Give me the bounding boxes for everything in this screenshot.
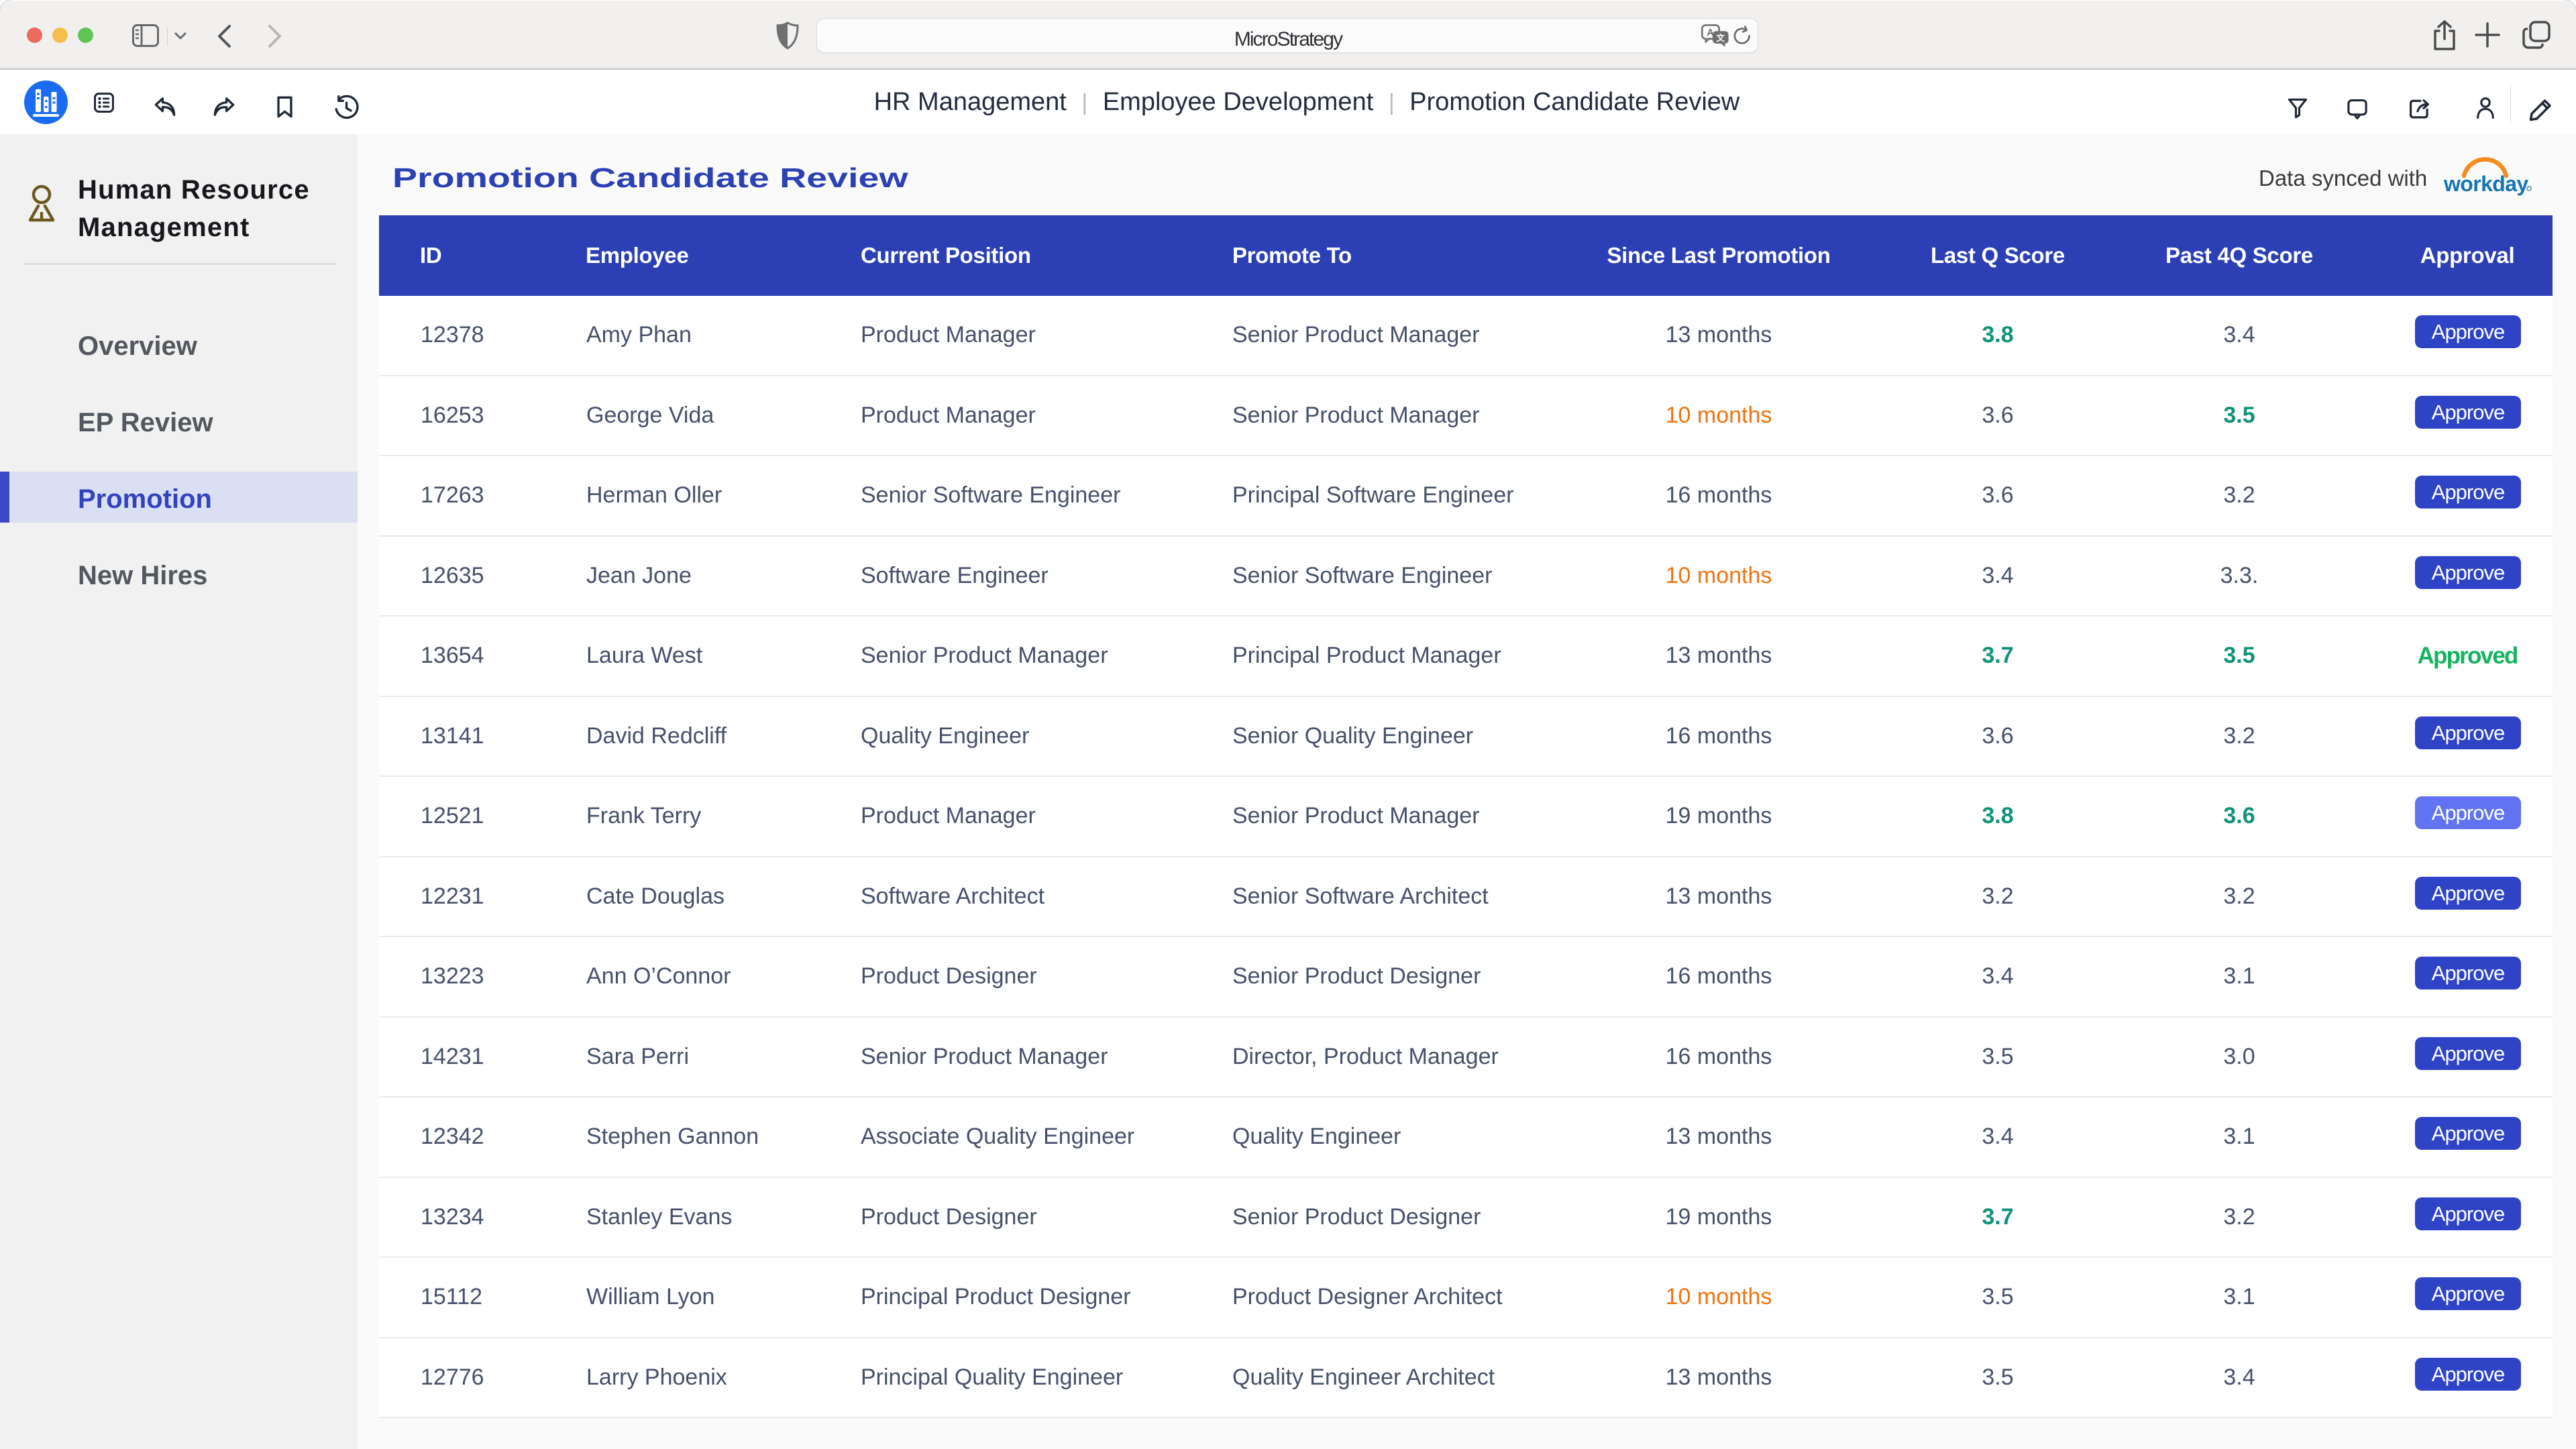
svg-text:workday: workday [2443,172,2528,196]
svg-text:文: 文 [1716,33,1725,43]
